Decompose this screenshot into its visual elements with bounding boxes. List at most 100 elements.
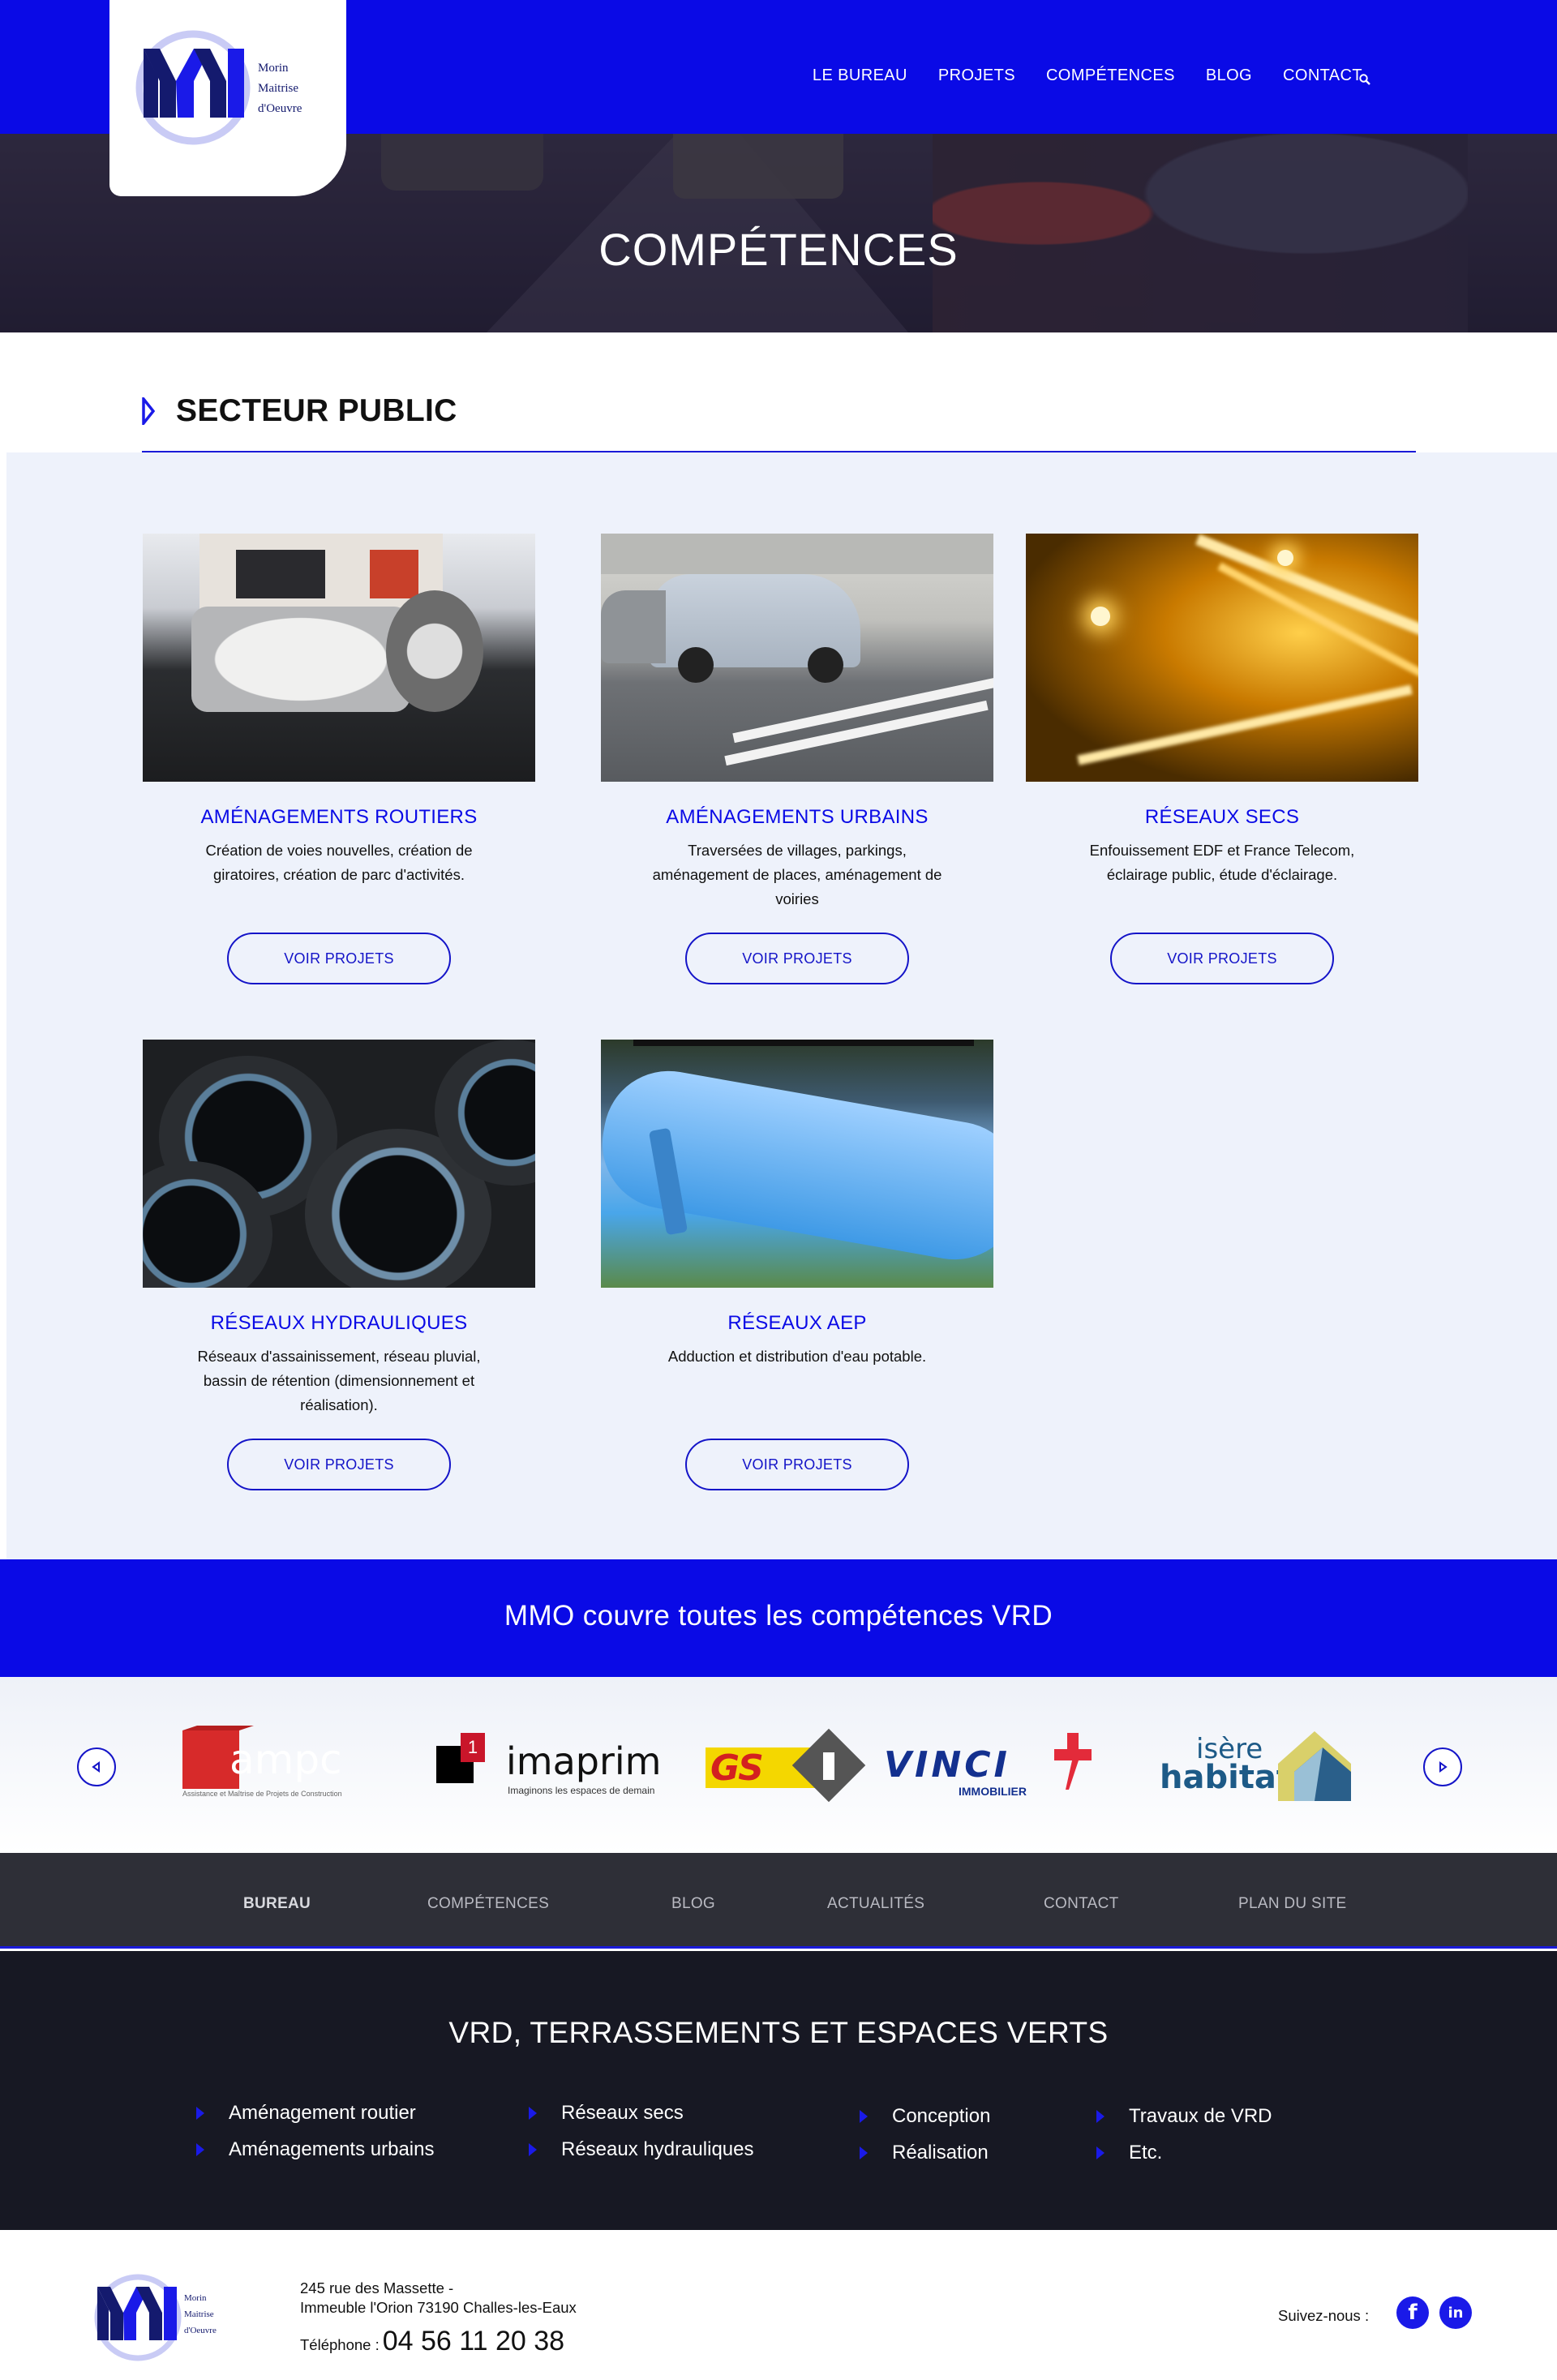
- logo-line-2: Maitrise: [184, 2309, 214, 2319]
- card-description: Enfouissement EDF et France Telecom, écl…: [1089, 842, 1355, 883]
- follow-label: Suivez-nous :: [1278, 2307, 1370, 2324]
- skill-item: Aménagement routier: [196, 2102, 416, 2125]
- ampc-name: ampc: [229, 1736, 342, 1783]
- voir-projets-button[interactable]: VOIR PROJETS: [1110, 933, 1334, 984]
- skill-item: Réalisation: [860, 2142, 989, 2164]
- skill-item: Etc.: [1096, 2142, 1162, 2164]
- bullet-icon: [529, 2107, 537, 2120]
- street-lights-image: [1026, 534, 1418, 782]
- footer-nav-blog[interactable]: BLOG: [671, 1895, 715, 1913]
- facebook-icon[interactable]: f: [1396, 2296, 1429, 2329]
- footer-nav-bureau[interactable]: BUREAU: [243, 1895, 311, 1913]
- card-description: Réseaux d'assainissement, réseau pluvial…: [197, 1348, 481, 1413]
- carousel-next-button[interactable]: [1423, 1747, 1462, 1786]
- imaprim-name: imaprim: [506, 1739, 662, 1783]
- nav-competences[interactable]: COMPÉTENCES: [1046, 66, 1175, 85]
- skill-label: Travaux de VRD: [1129, 2105, 1272, 2127]
- card-title: RÉSEAUX SECS: [1144, 806, 1300, 828]
- voir-projets-button[interactable]: VOIR PROJETS: [685, 1439, 909, 1490]
- card-reseaux-hydrauliques: RÉSEAUX HYDRAULIQUES Réseaux d'assainiss…: [143, 1040, 535, 1490]
- nav-contact[interactable]: CONTACT: [1283, 66, 1362, 85]
- mmo-logo-icon: [135, 30, 251, 145]
- vinci-name: VINCI: [884, 1744, 1010, 1786]
- logo-line-3: d'Oeuvre: [258, 102, 302, 115]
- card-title: RÉSEAUX AEP: [727, 1312, 867, 1334]
- footer-nav: BUREAU COMPÉTENCES BLOG ACTUALITÉS CONTA…: [0, 1853, 1557, 1949]
- card-amenagements-routiers: AMÉNAGEMENTS ROUTIERS Création de voies …: [143, 534, 535, 984]
- card-title: AMÉNAGEMENTS ROUTIERS: [200, 806, 478, 828]
- bullet-icon: [1096, 2110, 1104, 2123]
- footer-nav-plan-du-site[interactable]: PLAN DU SITE: [1238, 1895, 1346, 1913]
- voir-projets-button[interactable]: VOIR PROJETS: [227, 933, 451, 984]
- isere-line2: habitat: [1160, 1759, 1293, 1796]
- carousel-prev-button[interactable]: [77, 1747, 116, 1786]
- card-title: RÉSEAUX HYDRAULIQUES: [210, 1312, 468, 1334]
- chevron-left-icon: [92, 1761, 100, 1773]
- banner-text: MMO couvre toutes les compétences VRD: [504, 1600, 1053, 1632]
- logo-line-3: d'Oeuvre: [184, 2326, 217, 2335]
- linkedin-icon[interactable]: in: [1439, 2296, 1472, 2329]
- partner-ampc-logo: ampc Assistance et Maîtrise de Projets d…: [181, 1722, 367, 1811]
- address-line-2: Immeuble l'Orion 73190 Challes-les-Eaux: [300, 2299, 577, 2316]
- voir-projets-button[interactable]: VOIR PROJETS: [685, 933, 909, 984]
- skill-label: Réseaux secs: [561, 2102, 684, 2124]
- main-nav: LE BUREAU PROJETS COMPÉTENCES BLOG CONTA…: [813, 66, 1362, 85]
- section-heading: SECTEUR PUBLIC: [142, 393, 457, 429]
- phone-number[interactable]: 04 56 11 20 38: [383, 2326, 564, 2357]
- page-title: COMPÉTENCES: [598, 224, 959, 275]
- address-line-1: 245 rue des Massette -: [300, 2279, 454, 2296]
- card-amenagements-urbains: AMÉNAGEMENTS URBAINS Traversées de villa…: [601, 534, 993, 984]
- bullet-icon: [860, 2146, 868, 2159]
- pipes-image: [143, 1040, 535, 1288]
- card-description: Adduction et distribution d'eau potable.: [667, 1348, 927, 1365]
- chevron-right-icon: [1439, 1761, 1448, 1773]
- card-reseaux-secs: RÉSEAUX SECS Enfouissement EDF et France…: [1026, 534, 1418, 984]
- vinci-sub: IMMOBILIER: [959, 1785, 1027, 1798]
- bullet-icon: [196, 2107, 204, 2120]
- footer-logo[interactable]: Morin Maitrise d'Oeuvre: [91, 2271, 253, 2368]
- logo-line-1: Morin: [184, 2293, 207, 2303]
- section-title: SECTEUR PUBLIC: [176, 393, 457, 428]
- site-footer: Morin Maitrise d'Oeuvre 245 rue des Mass…: [0, 2230, 1557, 2380]
- skill-item: Réseaux hydrauliques: [529, 2138, 753, 2161]
- skill-item: Aménagements urbains: [196, 2138, 434, 2161]
- road-roller-image: [143, 534, 535, 782]
- skill-label: Etc.: [1129, 2142, 1163, 2163]
- logo-text: Morin Maitrise d'Oeuvre: [258, 58, 302, 119]
- voir-projets-button[interactable]: VOIR PROJETS: [227, 1439, 451, 1490]
- parking-image: [601, 534, 993, 782]
- chevron-right-icon: [142, 397, 155, 425]
- imaprim-badge: 1: [461, 1733, 485, 1762]
- skill-label: Réalisation: [892, 2142, 989, 2163]
- bullet-icon: [860, 2110, 868, 2123]
- card-reseaux-aep: RÉSEAUX AEP Adduction et distribution d'…: [601, 1040, 993, 1490]
- search-icon[interactable]: [1358, 73, 1371, 90]
- vrd-services-section: VRD, TERRASSEMENTS ET ESPACES VERTS Amén…: [0, 1951, 1557, 2230]
- skill-item: Réseaux secs: [529, 2102, 684, 2125]
- card-description: Traversées de villages, parkings, aménag…: [652, 842, 942, 907]
- skill-item: Travaux de VRD: [1096, 2105, 1272, 2128]
- skill-label: Aménagement routier: [229, 2102, 416, 2124]
- ampc-tagline: Assistance et Maîtrise de Projets de Con…: [182, 1790, 342, 1798]
- services-title: VRD, TERRASSEMENTS ET ESPACES VERTS: [448, 2016, 1109, 2049]
- partners-carousel: ampc Assistance et Maîtrise de Projets d…: [0, 1677, 1557, 1853]
- nav-blog[interactable]: BLOG: [1206, 66, 1252, 85]
- card-description: Création de voies nouvelles, création de…: [205, 842, 473, 883]
- company-address: 245 rue des Massette - Immeuble l'Orion …: [300, 2279, 577, 2318]
- vrd-banner: MMO couvre toutes les compétences VRD: [0, 1559, 1557, 1677]
- logo[interactable]: Morin Maitrise d'Oeuvre: [109, 0, 346, 196]
- nav-le-bureau[interactable]: LE BUREAU: [813, 66, 907, 85]
- footer-nav-contact[interactable]: CONTACT: [1044, 1895, 1119, 1913]
- bullet-icon: [196, 2143, 204, 2156]
- footer-nav-competences[interactable]: COMPÉTENCES: [427, 1895, 549, 1913]
- logo-line-2: Maitrise: [258, 82, 298, 95]
- skill-label: Aménagements urbains: [229, 2138, 435, 2160]
- footer-nav-actualites[interactable]: ACTUALITÉS: [827, 1895, 924, 1913]
- mmo-logo-icon: [94, 2274, 182, 2361]
- bullet-icon: [529, 2143, 537, 2156]
- phone: Téléphone : 04 56 11 20 38: [300, 2326, 564, 2357]
- skill-item: Conception: [860, 2105, 990, 2128]
- nav-projets[interactable]: PROJETS: [938, 66, 1015, 85]
- isere-house-icon: [1278, 1731, 1351, 1801]
- water-pipe-image: [601, 1040, 993, 1288]
